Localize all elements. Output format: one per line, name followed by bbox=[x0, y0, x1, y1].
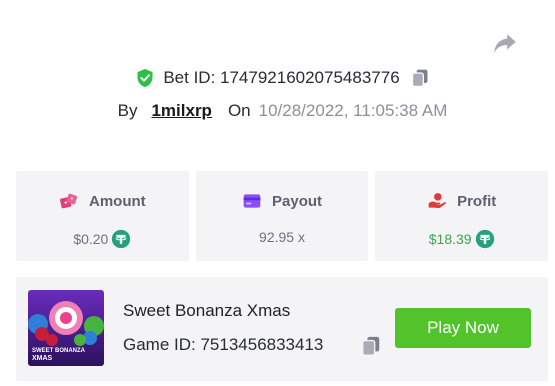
payout-card: Payout 92.95 x bbox=[195, 171, 369, 261]
shield-check-icon bbox=[137, 68, 153, 88]
hand-money-icon bbox=[428, 193, 446, 209]
bet-date: 10/28/2022, 11:05:38 AM bbox=[258, 101, 448, 120]
tether-coin-icon bbox=[112, 229, 131, 249]
tether-coin-icon bbox=[475, 229, 494, 249]
payout-label: Payout bbox=[272, 192, 323, 210]
profit-label: Profit bbox=[457, 192, 497, 210]
play-now-button[interactable]: Play Now bbox=[395, 308, 531, 348]
copy-icon[interactable] bbox=[360, 335, 382, 357]
profit-value: $18.39 bbox=[428, 231, 472, 247]
by-label: By bbox=[117, 101, 138, 120]
thumbnail-title-line2: XMAS bbox=[32, 355, 53, 362]
dice-icon bbox=[60, 193, 78, 209]
username-link[interactable]: 1milxrp bbox=[151, 101, 211, 121]
share-icon[interactable] bbox=[490, 30, 520, 56]
card-icon bbox=[243, 194, 261, 208]
game-thumbnail[interactable]: SWEET BONANZA XMAS bbox=[28, 290, 104, 366]
amount-label: Amount bbox=[89, 192, 146, 210]
bet-id: Bet ID: 1747921602075483776 bbox=[163, 68, 400, 87]
game-id: Game ID: 7513456833413 bbox=[123, 335, 324, 354]
on-label: On bbox=[227, 101, 251, 120]
payout-value: 92.95 x bbox=[259, 229, 305, 245]
game-name[interactable]: Sweet Bonanza Xmas bbox=[123, 301, 290, 321]
amount-card: Amount $0.20 bbox=[16, 171, 189, 261]
amount-value: $0.20 bbox=[73, 231, 109, 247]
profit-card: Profit $18.39 bbox=[375, 171, 549, 261]
bet-id-row: Bet ID: 1747921602075483776 bbox=[0, 68, 555, 88]
bet-meta-row: By 1milxrp On 10/28/2022, 11:05:38 AM bbox=[0, 101, 555, 121]
copy-icon[interactable] bbox=[410, 68, 430, 88]
game-card: SWEET BONANZA XMAS Sweet Bonanza Xmas Ga… bbox=[16, 277, 548, 381]
bet-stats: Amount $0.20 Payout 92.95 x Profit $18.3… bbox=[16, 171, 549, 261]
thumbnail-title-line1: SWEET BONANZA bbox=[32, 348, 86, 354]
